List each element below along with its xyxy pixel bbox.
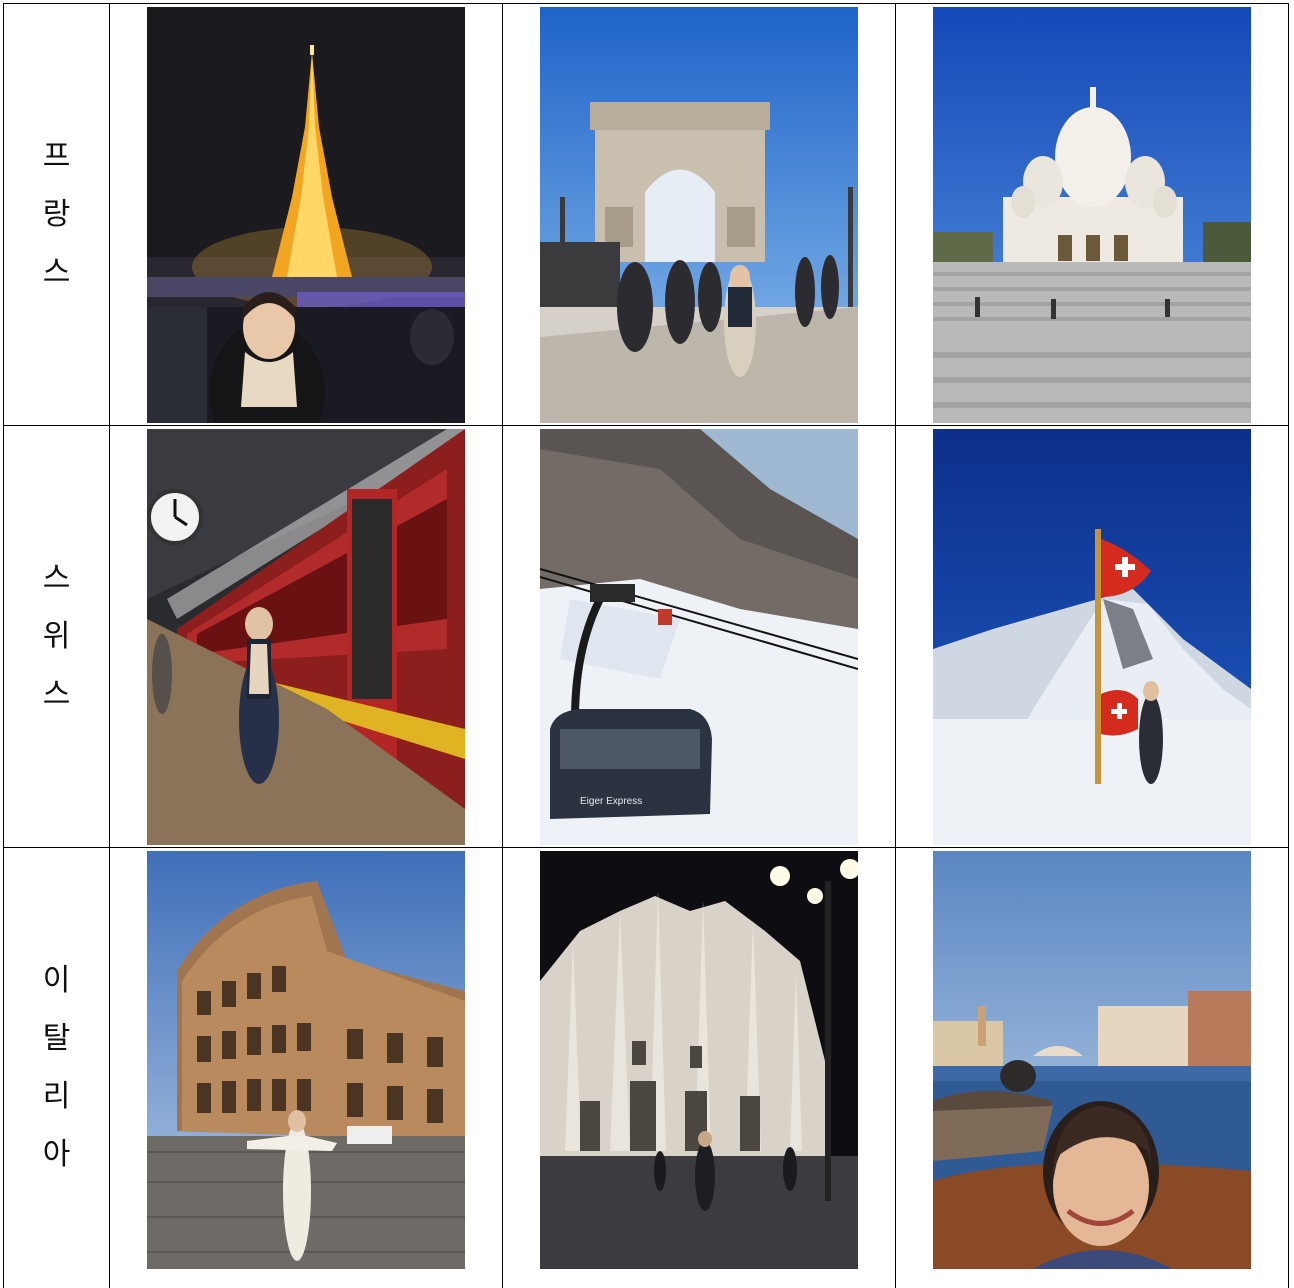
country-label-switzerland: 스 위 스 — [42, 560, 71, 712]
photo-cell — [109, 3, 503, 426]
red-train-platform-photo[interactable] — [147, 428, 465, 845]
photo-cell — [895, 425, 1289, 848]
country-label-france: 프 랑 스 — [42, 138, 71, 290]
colosseum-photo[interactable] — [147, 851, 465, 1269]
travel-photo-table: 프 랑 스 스 위 스 Eiger Express 이 탈 리 아 — [3, 3, 1289, 1288]
cabin-text: Eiger Express — [580, 796, 642, 807]
row-italy: 이 탈 리 아 — [3, 847, 1289, 1288]
country-cell-switzerland: 스 위 스 — [3, 425, 110, 848]
swiss-flag-snow-photo[interactable] — [933, 428, 1251, 845]
row-switzerland: 스 위 스 Eiger Express — [3, 425, 1289, 848]
photo-cell — [895, 3, 1289, 426]
eiffel-tower-night-photo[interactable] — [147, 6, 465, 423]
photo-cell — [502, 847, 896, 1288]
photo-cell — [895, 847, 1289, 1288]
sacre-coeur-photo[interactable] — [933, 6, 1251, 423]
photo-cell — [109, 425, 503, 848]
venice-canal-selfie-photo[interactable] — [933, 851, 1251, 1269]
photo-cell — [502, 3, 896, 426]
milan-cathedral-night-photo[interactable] — [540, 851, 858, 1269]
row-france: 프 랑 스 — [3, 3, 1289, 426]
arc-de-triomphe-photo[interactable] — [540, 6, 858, 423]
country-label-italy: 이 탈 리 아 — [42, 962, 71, 1172]
photo-cell — [109, 847, 503, 1288]
cable-car-mountain-photo[interactable]: Eiger Express — [540, 428, 858, 845]
country-cell-france: 프 랑 스 — [3, 3, 110, 426]
country-cell-italy: 이 탈 리 아 — [3, 847, 110, 1288]
photo-cell: Eiger Express — [502, 425, 896, 848]
